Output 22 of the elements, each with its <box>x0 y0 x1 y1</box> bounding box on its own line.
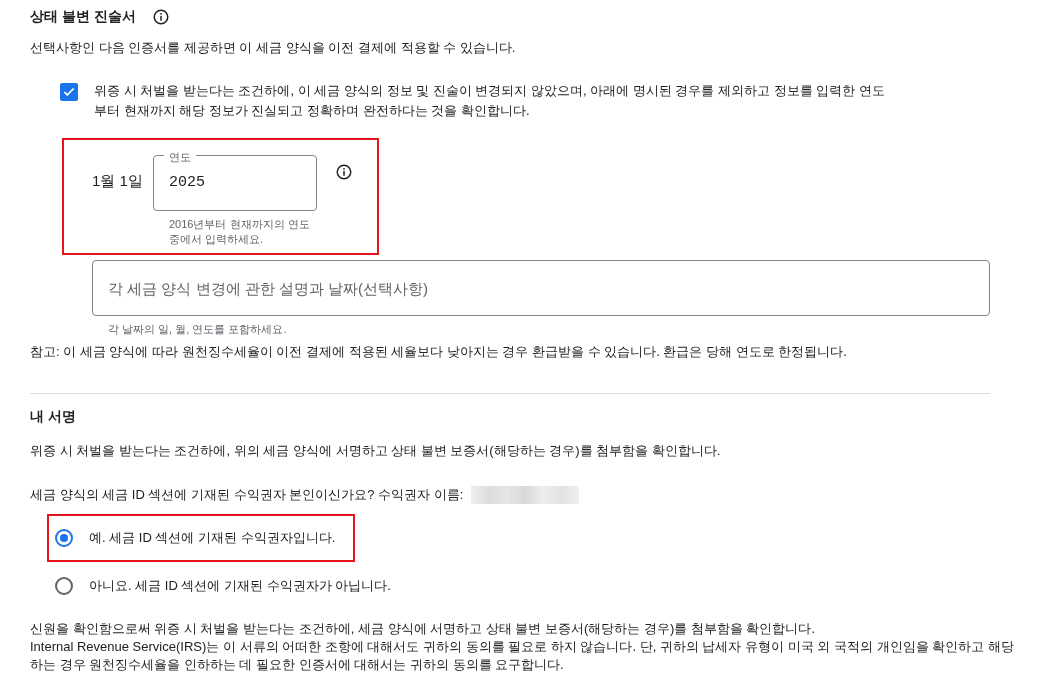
field-value: 2025 <box>169 174 205 191</box>
statement-text: 위증 시 처벌을 받는다는 조건하에, 위의 세금 양식에 서명하고 상태 불변 보증서(해당하는 경우)를 첨부함을 확인합니다. <box>30 442 722 460</box>
section-title: 상태 불변 진술서 <box>30 8 136 26</box>
paragraph: Internal Revenue Service(IRS)는 이 서류의 어떠한 조항에 대해서도 귀하의 동의를 필요로 하지 않습니다. 단, 귀하의 납세자 유형이 미국 외 국적의 개인임을 확인하고 해당하는 경우 원천징수세율을 인하하는 데 필요한 인증서에 대해서는 귀하의 동의를 요구합니다. <box>30 638 1015 674</box>
helper-text: 2016년부터 현재까지의 연도 중에서 입력하세요. <box>169 217 311 247</box>
info-icon[interactable] <box>335 163 353 181</box>
radio-button[interactable] <box>55 577 73 595</box>
section-title: 내 서명 <box>30 408 77 426</box>
paragraph: 신원을 확인함으로써 위증 시 처벌을 받는다는 조건하에, 세금 양식에 서명하고 상태 불변 보증서(해당하는 경우)를 첨부함을 확인합니다. <box>30 620 817 638</box>
intro-text: 선택사항인 다음 인증서를 제공하면 이 세금 양식을 이전 결제에 적용할 수 있습니다. <box>30 39 517 57</box>
note-text: 참고: 이 세금 양식에 따라 원천징수세율이 이전 결제에 적용된 세율보다 낮아지는 경우 환급받을 수 있습니다. 환급은 당해 연도로 한정됩니다. <box>30 343 848 361</box>
check-icon <box>62 85 76 99</box>
date-label: 1월 1일 <box>92 172 144 191</box>
radio-button[interactable] <box>55 529 73 547</box>
radio-option[interactable]: 아니요. 세금 ID 섹션에 기재된 수익권자가 아닙니다. <box>55 577 391 595</box>
description-field[interactable]: 각 세금 양식 변경에 관한 설명과 날짜(선택사항) <box>92 260 990 316</box>
checkbox[interactable] <box>60 83 78 101</box>
info-icon[interactable] <box>151 8 170 26</box>
question-text: 세금 양식의 세금 ID 섹션에 기재된 수익권자 본인이신가요? 수익권자 이름: <box>30 486 464 504</box>
radio-option[interactable]: 예. 세금 ID 섹션에 기재된 수익권자입니다. <box>55 529 336 547</box>
certification-text: 위증 시 처벌을 받는다는 조건하에, 이 세금 양식의 정보 및 진술이 변경되지 않았으며, 아래에 명시된 경우를 제외하고 정보를 입력한 연도부터 현재까지 해당 정보가 진실되고 정확하며 완전하다는 것을 확인합니다. <box>94 82 886 120</box>
helper-text: 각 날짜의 일, 월, 연도를 포함하세요. <box>108 322 288 337</box>
